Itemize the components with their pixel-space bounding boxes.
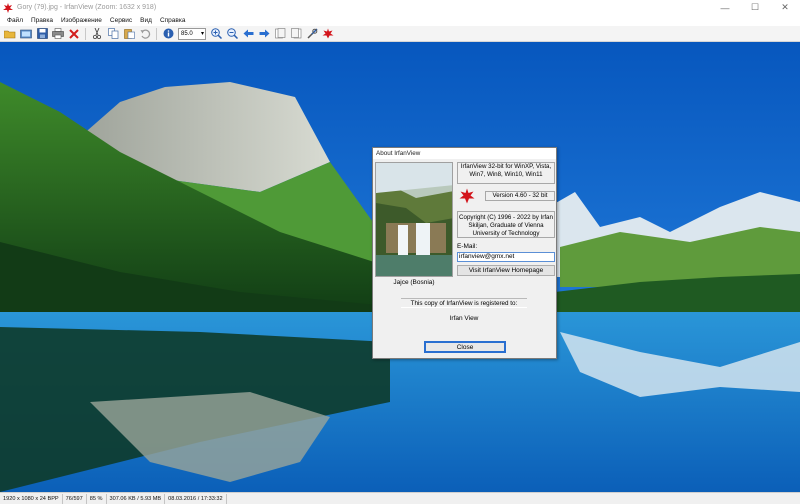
maximize-button[interactable]: ☐	[740, 0, 770, 15]
undo-icon[interactable]	[137, 27, 153, 41]
homepage-button[interactable]: Visit IrfanView Homepage	[457, 265, 555, 276]
version-text: Version 4.60 - 32 bit	[492, 192, 548, 199]
last-page-icon[interactable]	[288, 27, 304, 41]
photo-caption: Jajce (Bosnia)	[393, 279, 435, 286]
status-bar: 1920 x 1080 x 24 BPP 76/597 85 % 307.06 …	[0, 492, 800, 504]
platform-info: IrfanView 32-bit for WinXP, Vista, Win7,…	[457, 162, 555, 184]
first-page-icon[interactable]	[272, 27, 288, 41]
version-info: Version 4.60 - 32 bit	[485, 191, 555, 201]
paste-icon[interactable]	[121, 27, 137, 41]
save-icon[interactable]	[34, 27, 50, 41]
zoom-select[interactable]: 85.0 ▾	[178, 27, 206, 40]
dialog-title: About IrfanView	[373, 148, 556, 159]
menu-file[interactable]: Файл	[3, 17, 27, 24]
close-button[interactable]: Close	[424, 341, 506, 353]
zoom-out-icon[interactable]	[224, 27, 240, 41]
status-zoom: 85 %	[87, 493, 107, 504]
menu-bar: Файл Правка Изображение Сервис Вид Справ…	[0, 15, 800, 26]
delete-icon[interactable]	[66, 27, 82, 41]
cut-icon[interactable]	[89, 27, 105, 41]
zoom-value: 85.0	[181, 30, 193, 37]
slideshow-icon[interactable]	[18, 27, 34, 41]
toolbar-separator	[156, 27, 157, 40]
irfanview-app-icon[interactable]	[3, 2, 13, 13]
settings-icon[interactable]	[304, 27, 320, 41]
close-window-button[interactable]: ✕	[770, 0, 800, 15]
copyright-info: Copyright (C) 1996 - 2022 by Irfan Skilj…	[457, 211, 555, 238]
minimize-button[interactable]: —	[710, 0, 740, 15]
menu-view[interactable]: Вид	[136, 17, 156, 24]
registered-user: Irfan View	[449, 315, 479, 322]
email-field[interactable]: irfanview@gmx.net	[457, 252, 555, 262]
status-image-info: 1920 x 1080 x 24 BPP	[0, 493, 63, 504]
zoom-in-icon[interactable]	[208, 27, 224, 41]
window-controls: — ☐ ✕	[710, 0, 800, 15]
platform-text: IrfanView 32-bit for WinXP, Vista, Win7,…	[460, 163, 552, 178]
copy-icon[interactable]	[105, 27, 121, 41]
status-file-size: 307.06 KB / 5.93 MB	[107, 493, 166, 504]
about-dialog: About IrfanView Jajce (Bosnia) IrfanView…	[372, 147, 557, 359]
email-label: E-Mail:	[457, 243, 478, 250]
open-folder-icon[interactable]	[2, 27, 18, 41]
menu-help[interactable]: Справка	[156, 17, 190, 24]
next-icon[interactable]	[256, 27, 272, 41]
registered-text: This copy of IrfanView is registered to:	[401, 298, 527, 308]
menu-options[interactable]: Сервис	[106, 17, 136, 24]
status-file-index: 76/597	[63, 493, 87, 504]
previous-icon[interactable]	[240, 27, 256, 41]
irfanview-logo-icon[interactable]	[320, 27, 336, 41]
info-icon[interactable]	[160, 27, 176, 41]
menu-edit[interactable]: Правка	[27, 17, 57, 24]
window-title: Gory (79).jpg - IrfanView (Zoom: 1632 x …	[17, 4, 157, 11]
irfanview-logo-icon	[459, 188, 475, 204]
toolbar: 85.0 ▾	[0, 26, 800, 42]
toolbar-separator	[85, 27, 86, 40]
copyright-text: Copyright (C) 1996 - 2022 by Irfan Skilj…	[459, 214, 553, 237]
print-icon[interactable]	[50, 27, 66, 41]
menu-image[interactable]: Изображение	[57, 17, 106, 24]
title-bar: Gory (79).jpg - IrfanView (Zoom: 1632 x …	[0, 0, 800, 15]
jajce-photo	[375, 162, 453, 277]
chevron-down-icon: ▾	[200, 31, 204, 37]
status-date: 08.03.2016 / 17:33:32	[165, 493, 227, 504]
